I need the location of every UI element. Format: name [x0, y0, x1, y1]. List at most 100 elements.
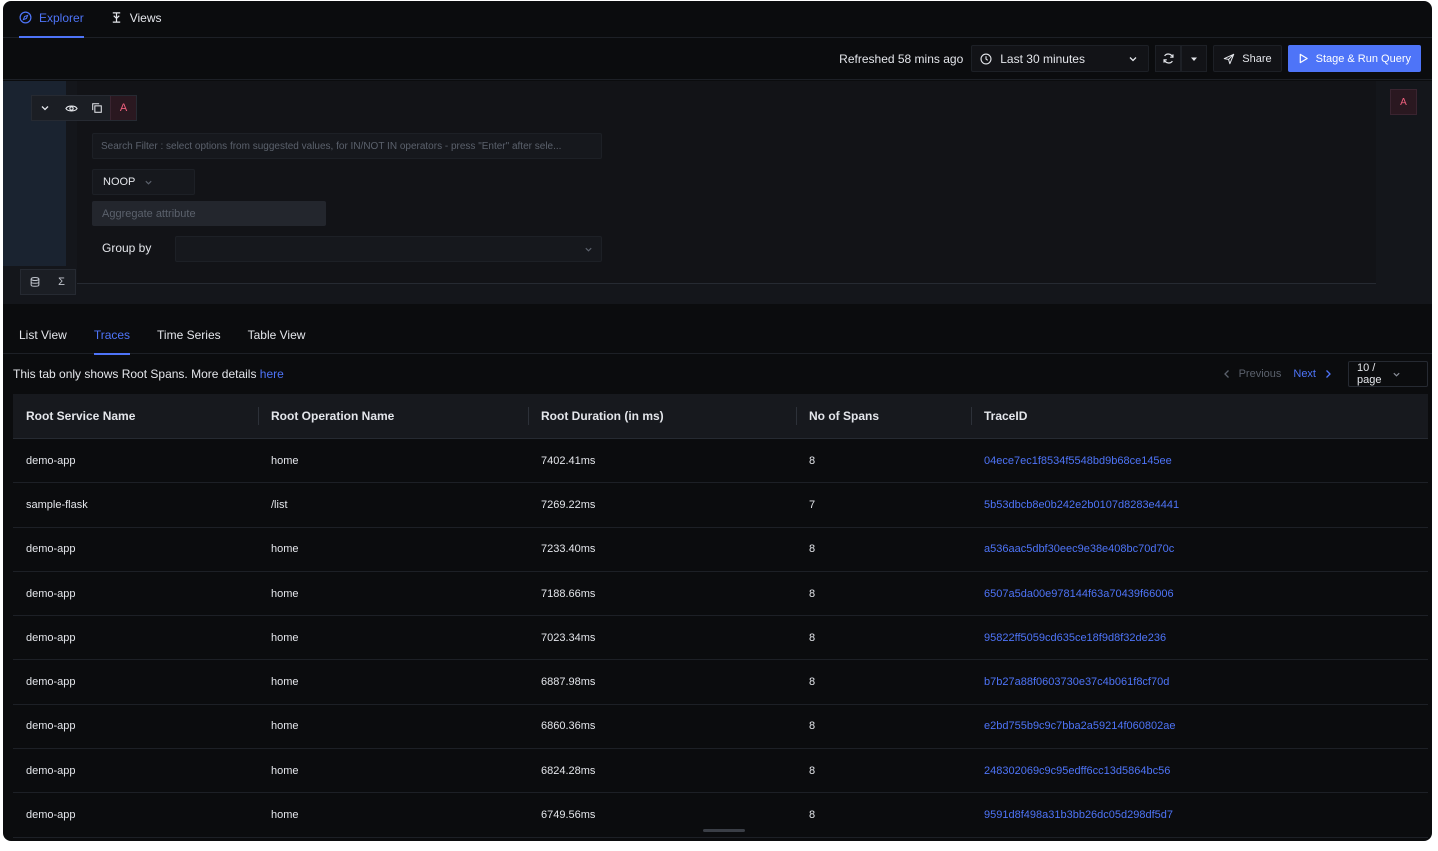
chevron-down-icon: [144, 178, 185, 187]
tab-explorer[interactable]: Explorer: [19, 1, 84, 38]
compass-icon: [19, 11, 32, 24]
refreshed-status: Refreshed 58 mins ago: [839, 51, 964, 66]
column-header-root-duration: Root Duration (in ms): [528, 407, 796, 425]
caret-down-icon: [1189, 54, 1199, 64]
table-row[interactable]: demo-app home 6887.98ms 8 b7b27a88f0603730e3…: [13, 660, 1428, 705]
table-row[interactable]: demo-app home 6824.28ms 8 248302069c9c95edff…: [13, 749, 1428, 794]
refresh-interval-dropdown[interactable]: [1181, 45, 1208, 72]
root-duration-cell: 6860.36ms: [541, 720, 596, 733]
root-service-name-cell: demo-app: [26, 809, 76, 822]
query-letter-badge[interactable]: A: [110, 96, 136, 120]
spans-count-cell: 8: [809, 587, 816, 600]
group-by-label: Group by: [102, 241, 152, 255]
add-formula-button[interactable]: Σ: [48, 270, 75, 294]
send-icon: [1223, 53, 1235, 65]
root-operation-name-cell: home: [271, 676, 299, 689]
query-builder: A Search Filter : select options from su…: [3, 81, 1432, 304]
add-query-button[interactable]: [21, 270, 48, 294]
root-service-name-cell: demo-app: [26, 543, 76, 556]
root-operation-name-cell: /list: [271, 498, 288, 511]
search-filter-input[interactable]: Search Filter : select options from sugg…: [92, 133, 602, 159]
trace-id-link[interactable]: 95822ff5059cd635ce18f9d8f32de236: [971, 632, 1428, 644]
refresh-icon: [1162, 52, 1175, 65]
previous-button[interactable]: Previous: [1223, 368, 1282, 380]
tab-table-view[interactable]: Table View: [248, 316, 306, 354]
action-bar: Refreshed 58 mins ago Last 30 minutes Sh…: [3, 38, 1432, 80]
app-window: Explorer Views Refreshed 58 mins ago Las…: [3, 1, 1432, 841]
table-row[interactable]: demo-app home 6860.36ms 8 e2bd755b9c9c7bba2a…: [13, 705, 1428, 750]
root-operation-name-cell: home: [271, 764, 299, 777]
root-duration-cell: 7402.41ms: [541, 454, 596, 467]
root-spans-message-text: This tab only shows Root Spans. More det…: [13, 367, 260, 381]
root-duration-cell: 6824.28ms: [541, 764, 596, 777]
spans-count-cell: 8: [809, 720, 816, 733]
next-button[interactable]: Next: [1293, 368, 1332, 380]
play-icon: [1298, 53, 1309, 64]
trace-id-link[interactable]: e2bd755b9c9c7bba2a59214f060802ae: [971, 720, 1428, 732]
more-details-link[interactable]: here: [260, 367, 284, 381]
root-duration-cell: 6749.56ms: [541, 809, 596, 822]
trace-id-link[interactable]: b7b27a88f0603730e37c4b061f8cf70d: [971, 676, 1428, 688]
stage-run-query-button[interactable]: Stage & Run Query: [1287, 45, 1421, 72]
clock-icon: [980, 52, 992, 65]
eye-icon: [64, 102, 78, 115]
database-icon: [29, 276, 41, 288]
view-tabs: List View Traces Time Series Table View: [3, 316, 1432, 355]
trace-id-link[interactable]: 9591d8f498a31b3bb26dc05d298df5d7: [971, 809, 1428, 821]
table-row[interactable]: demo-app home 7233.40ms 8 a536aac5dbf30eec9e…: [13, 528, 1428, 572]
group-by-select[interactable]: [175, 236, 602, 262]
root-service-name-cell: demo-app: [26, 676, 76, 689]
toggle-visibility-button[interactable]: [58, 96, 84, 120]
page-size-select[interactable]: 10 / page: [1348, 361, 1428, 387]
refresh-button[interactable]: [1155, 45, 1182, 72]
time-range-value: Last 30 minutes: [1000, 51, 1085, 66]
root-duration-cell: 6887.98ms: [541, 676, 596, 689]
sigma-icon: Σ: [58, 276, 65, 288]
aggregate-operator-select[interactable]: NOOP: [92, 169, 195, 195]
spans-count-cell: 8: [809, 631, 816, 644]
time-range-select[interactable]: Last 30 minutes: [971, 45, 1150, 72]
copy-query-button[interactable]: [84, 96, 110, 120]
traces-table: Root Service Name Root Operation Name Ro…: [13, 394, 1428, 838]
table-row[interactable]: sample-flask/list 7269.22ms 7 5b53dbcb8e0b2…: [13, 483, 1428, 528]
table-row[interactable]: demo-app home 7023.34ms 8 95822ff5059cd635ce…: [13, 616, 1428, 661]
copy-icon: [91, 102, 103, 114]
column-header-root-operation-name: Root Operation Name: [258, 407, 528, 425]
pagination: Previous Next 10 / page: [1223, 361, 1428, 387]
root-service-name-cell: demo-app: [26, 454, 76, 467]
root-service-name-cell: demo-app: [26, 631, 76, 644]
next-label: Next: [1293, 368, 1316, 380]
query-toolbar: A: [31, 95, 137, 121]
tab-traces[interactable]: Traces: [93, 316, 131, 355]
tab-views[interactable]: Views: [110, 1, 161, 37]
root-operation-name-cell: home: [271, 720, 299, 733]
chevron-down-icon: [40, 103, 50, 113]
trace-id-link[interactable]: 5b53dbcb8e0b242e2b0107d8283e4441: [971, 499, 1428, 511]
trace-id-link[interactable]: a536aac5dbf30eec9e38e408bc70d70c: [971, 543, 1428, 555]
tab-time-series[interactable]: Time Series: [157, 316, 221, 354]
stage-run-query-label: Stage & Run Query: [1315, 52, 1411, 65]
table-body: demo-app home 7402.41ms 8 04ece7ec1f8534f554…: [13, 439, 1428, 838]
query-add-toolbar: Σ: [20, 269, 76, 295]
root-duration-cell: 7023.34ms: [541, 631, 596, 644]
aggregate-attribute-input[interactable]: Aggregate attribute: [92, 201, 326, 226]
table-header: Root Service Name Root Operation Name Ro…: [13, 394, 1428, 439]
query-letter-badge-right[interactable]: A: [1390, 89, 1417, 115]
trace-id-link[interactable]: 04ece7ec1f8534f5548bd9b68ce145ee: [971, 455, 1428, 467]
scroll-handle[interactable]: [703, 829, 745, 832]
aggregate-operator-value: NOOP: [103, 176, 136, 188]
top-nav: Explorer Views: [3, 1, 1432, 38]
trace-id-link[interactable]: 6507a5da00e978144f63a70439f66006: [971, 588, 1428, 600]
column-header-root-service-name: Root Service Name: [26, 409, 136, 423]
chevron-down-icon: [584, 245, 593, 254]
share-button[interactable]: Share: [1213, 45, 1282, 72]
trace-id-link[interactable]: 248302069c9c95edff6cc13d5864bc56: [971, 765, 1428, 777]
spans-count-cell: 8: [809, 543, 816, 556]
table-row[interactable]: demo-app home 7402.41ms 8 04ece7ec1f8534f554…: [13, 439, 1428, 484]
tab-list-view[interactable]: List View: [19, 316, 67, 354]
table-row[interactable]: demo-app home 7188.66ms 8 6507a5da00e978144f…: [13, 572, 1428, 617]
collapse-button[interactable]: [32, 96, 58, 120]
previous-label: Previous: [1238, 368, 1282, 380]
root-operation-name-cell: home: [271, 587, 299, 600]
root-operation-name-cell: home: [271, 631, 299, 644]
